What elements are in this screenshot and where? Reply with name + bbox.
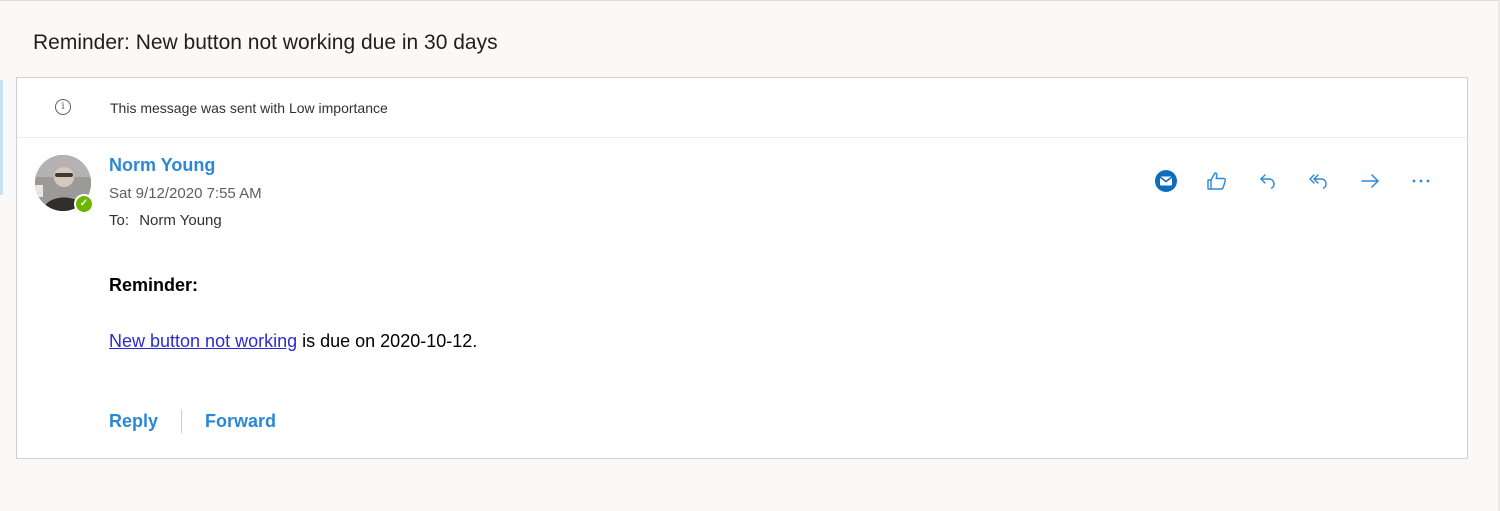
presence-available-icon: ✓ [74,194,94,214]
quick-reply-bar: Reply Forward [109,409,276,433]
body-text: New button not working is due on 2020-10… [109,331,477,352]
sent-date: Sat 9/12/2020 7:55 AM [109,185,262,202]
forward-icon[interactable] [1357,168,1383,194]
importance-text: This message was sent with Low importanc… [110,100,388,116]
more-icon[interactable] [1408,168,1434,194]
to-label: To: [109,212,130,229]
due-text: is due on 2020-10-12. [297,331,478,351]
selection-accent [0,80,3,195]
like-icon[interactable] [1204,168,1230,194]
divider [181,409,183,433]
forward-button[interactable]: Forward [205,411,276,432]
body-heading: Reminder: [109,275,199,295]
sender-name[interactable]: Norm Young [109,155,215,176]
email-subject: Reminder: New button not working due in … [33,31,498,54]
importance-info-bar: i This message was sent with Low importa… [17,78,1467,138]
message-actions-toolbar [1153,166,1434,196]
recipient-line: To: Norm Young [109,212,222,229]
message-card: i This message was sent with Low importa… [16,77,1468,459]
reply-button[interactable]: Reply [109,411,158,432]
task-link[interactable]: New button not working [109,331,297,351]
reply-all-icon[interactable] [1306,168,1332,194]
info-icon: i [55,99,71,115]
top-divider [0,0,1500,1]
outlook-mail-icon[interactable] [1153,168,1179,194]
recipient-name[interactable]: Norm Young [139,212,222,229]
reply-icon[interactable] [1255,168,1281,194]
